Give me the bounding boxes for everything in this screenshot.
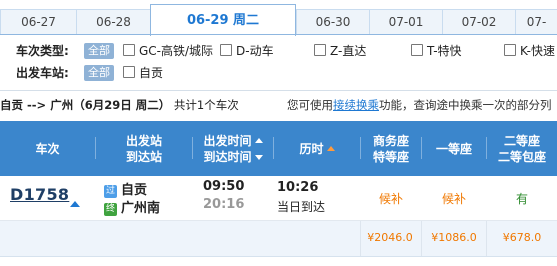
filter-divider [0, 90, 557, 91]
table-row: D1758 过自贡 终广州南 09:50 20:16 10:26 当日到达 候补… [0, 176, 557, 221]
terminal-icon: 终 [104, 203, 117, 216]
business-seat-status[interactable]: 候补 [366, 190, 416, 207]
sort-depart-time[interactable]: 出发时间 [203, 134, 251, 148]
depart-time: 09:50 [203, 179, 245, 194]
summary-route: 自贡 --> 广州 [0, 98, 74, 112]
train-type-filter-row: 车次类型: 全部 GC-高铁/城际 D-动车 Z-直达 T-特快 K-快速 [16, 42, 557, 60]
checkbox-gc[interactable] [123, 44, 135, 56]
filter-option-d[interactable]: D-动车 [220, 42, 274, 60]
second-class-price: ¥678.0 [502, 231, 542, 244]
sort-up-icon[interactable] [254, 137, 263, 143]
filter-option-gc[interactable]: GC-高铁/城际 [123, 42, 213, 60]
result-summary: 自贡 --> 广州（6月29日 周二） 共计1个车次 您可使用接续换乘功能，查询… [0, 96, 557, 114]
tab-date-0628[interactable]: 06-28 [76, 9, 151, 34]
tab-date-0702[interactable]: 07-02 [442, 9, 516, 34]
col-stations: 出发站 到达站 [125, 133, 162, 164]
filter-option-z[interactable]: Z-直达 [314, 42, 366, 60]
filter-option-k[interactable]: K-快速 [504, 42, 555, 60]
train-number-link[interactable]: D1758 [10, 185, 69, 204]
checkbox-d[interactable] [220, 44, 232, 56]
col-second-class: 二等座 二等包座 [497, 133, 546, 164]
duration: 10:26 [277, 180, 319, 195]
to-station: 终广州南 [104, 201, 161, 216]
first-class-price: ¥1086.0 [431, 231, 477, 244]
first-class-seat-status[interactable]: 候补 [429, 190, 479, 207]
summary-date: （6月29日 周二） [73, 98, 171, 112]
arrive-day: 当日到达 [277, 200, 326, 214]
expand-stops-icon[interactable] [70, 201, 80, 207]
train-type-label: 车次类型: [16, 44, 69, 58]
date-tabs: 06-27 06-28 06-29 周二 06-30 07-01 07-02 0… [0, 4, 557, 36]
tab-date-0630[interactable]: 06-30 [296, 9, 370, 34]
transfer-tip: 您可使用接续换乘功能，查询途中换乘一次的部分列 [287, 98, 552, 112]
checkbox-k[interactable] [504, 44, 516, 56]
col-times: 出发时间 到达时间 [193, 121, 273, 176]
transfer-link[interactable]: 接续换乘 [333, 98, 379, 112]
tab-date-0627[interactable]: 06-27 [0, 9, 77, 34]
col-train: 车次 [35, 141, 60, 156]
sort-arrive-time[interactable]: 到达时间 [203, 150, 251, 164]
depart-station-filter-row: 出发车站: 全部 自贡 [16, 64, 316, 82]
sort-down-icon[interactable] [254, 154, 263, 160]
second-class-seat-status[interactable]: 有 [497, 190, 547, 207]
depart-station-label: 出发车站: [16, 66, 69, 80]
summary-count: 共计1个车次 [173, 98, 239, 112]
col-business: 商务座 特等座 [372, 133, 409, 164]
col-first-class: 一等座 [435, 141, 472, 156]
tabs-underline [0, 34, 557, 35]
from-station: 过自贡 [104, 183, 148, 198]
filter-option-t[interactable]: T-特快 [411, 42, 462, 60]
train-type-all-button[interactable]: 全部 [84, 43, 114, 59]
checkbox-zigong[interactable] [123, 66, 135, 78]
price-row: ¥2046.0 ¥1086.0 ¥678.0 [0, 221, 557, 257]
tab-date-0629-active[interactable]: 06-29 周二 [150, 4, 296, 36]
business-price: ¥2046.0 [367, 231, 413, 244]
results-table-header: 车次 出发站 到达站 出发时间 到达时间 历时 商务座 特等座 一等座 二等座 二等包… [0, 121, 557, 176]
tab-date-07-partial[interactable]: 07- [515, 9, 557, 34]
checkbox-z[interactable] [314, 44, 326, 56]
checkbox-t[interactable] [411, 44, 423, 56]
tab-date-0701[interactable]: 07-01 [369, 9, 443, 34]
sort-duration-icon[interactable] [326, 145, 335, 151]
depart-station-all-button[interactable]: 全部 [84, 65, 114, 81]
filter-option-zigong[interactable]: 自贡 [123, 64, 163, 82]
col-duration[interactable]: 历时 [274, 121, 360, 176]
arrive-time: 20:16 [203, 197, 245, 212]
